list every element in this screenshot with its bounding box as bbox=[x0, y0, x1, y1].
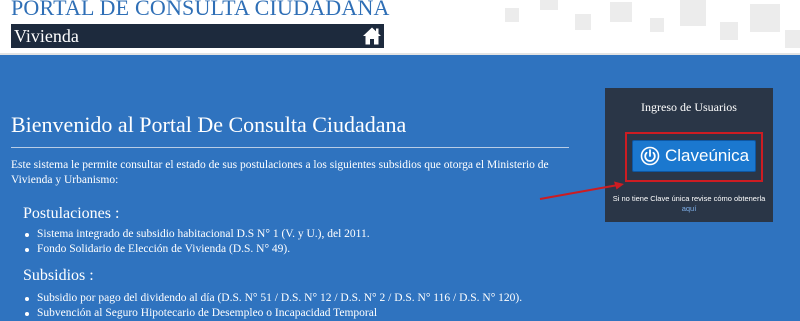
postulaciones-title: Postulaciones : bbox=[23, 205, 120, 222]
get-clave-link[interactable]: aquí bbox=[682, 204, 697, 213]
subsidios-title: Subsidios : bbox=[23, 267, 94, 284]
header-decoration bbox=[575, 14, 591, 30]
login-title: Ingreso de Usuarios bbox=[641, 100, 737, 114]
subsidios-list: Subsidio por pago del dividendo al día (… bbox=[23, 291, 522, 321]
header-decoration bbox=[785, 30, 800, 48]
list-item: Subsidio por pago del dividendo al día (… bbox=[23, 291, 522, 306]
annotation-arrow bbox=[539, 181, 624, 200]
postulaciones-list: Sistema integrado de subsidio habitacion… bbox=[23, 227, 370, 257]
claveunica-button[interactable]: Claveúnica bbox=[632, 140, 756, 172]
intro-text: Este sistema le permite consultar el est… bbox=[11, 159, 549, 186]
page-title: Bienvenido al Portal De Consulta Ciudada… bbox=[11, 112, 407, 137]
home-icon[interactable] bbox=[362, 26, 382, 46]
section-label: Vivienda bbox=[14, 26, 79, 46]
header-decoration bbox=[720, 22, 738, 40]
list-item: Fondo Solidario de Elección de Vivienda … bbox=[23, 242, 370, 257]
power-icon bbox=[640, 146, 660, 166]
header-decoration bbox=[680, 0, 706, 26]
divider bbox=[11, 147, 569, 148]
header-decoration bbox=[540, 0, 558, 10]
list-item: Subvención al Seguro Hipotecario de Dese… bbox=[23, 306, 522, 321]
login-note: Si no tiene Clave única revise cómo obte… bbox=[609, 194, 769, 214]
login-panel: Ingreso de Usuarios Claveúnica Si no tie… bbox=[605, 88, 773, 222]
site-header: PORTAL DE CONSULTA CIUDADANA Vivienda bbox=[0, 0, 800, 55]
header-decoration bbox=[610, 2, 632, 22]
header-decoration bbox=[650, 18, 664, 32]
section-bar: Vivienda bbox=[11, 24, 384, 48]
header-decoration bbox=[750, 4, 780, 32]
header-decoration bbox=[505, 8, 519, 22]
list-item: Sistema integrado de subsidio habitacion… bbox=[23, 227, 370, 242]
claveunica-label: Claveúnica bbox=[665, 146, 750, 165]
portal-title: PORTAL DE CONSULTA CIUDADANA bbox=[11, 0, 390, 20]
login-note-text: Si no tiene Clave única revise cómo obte… bbox=[612, 194, 766, 203]
